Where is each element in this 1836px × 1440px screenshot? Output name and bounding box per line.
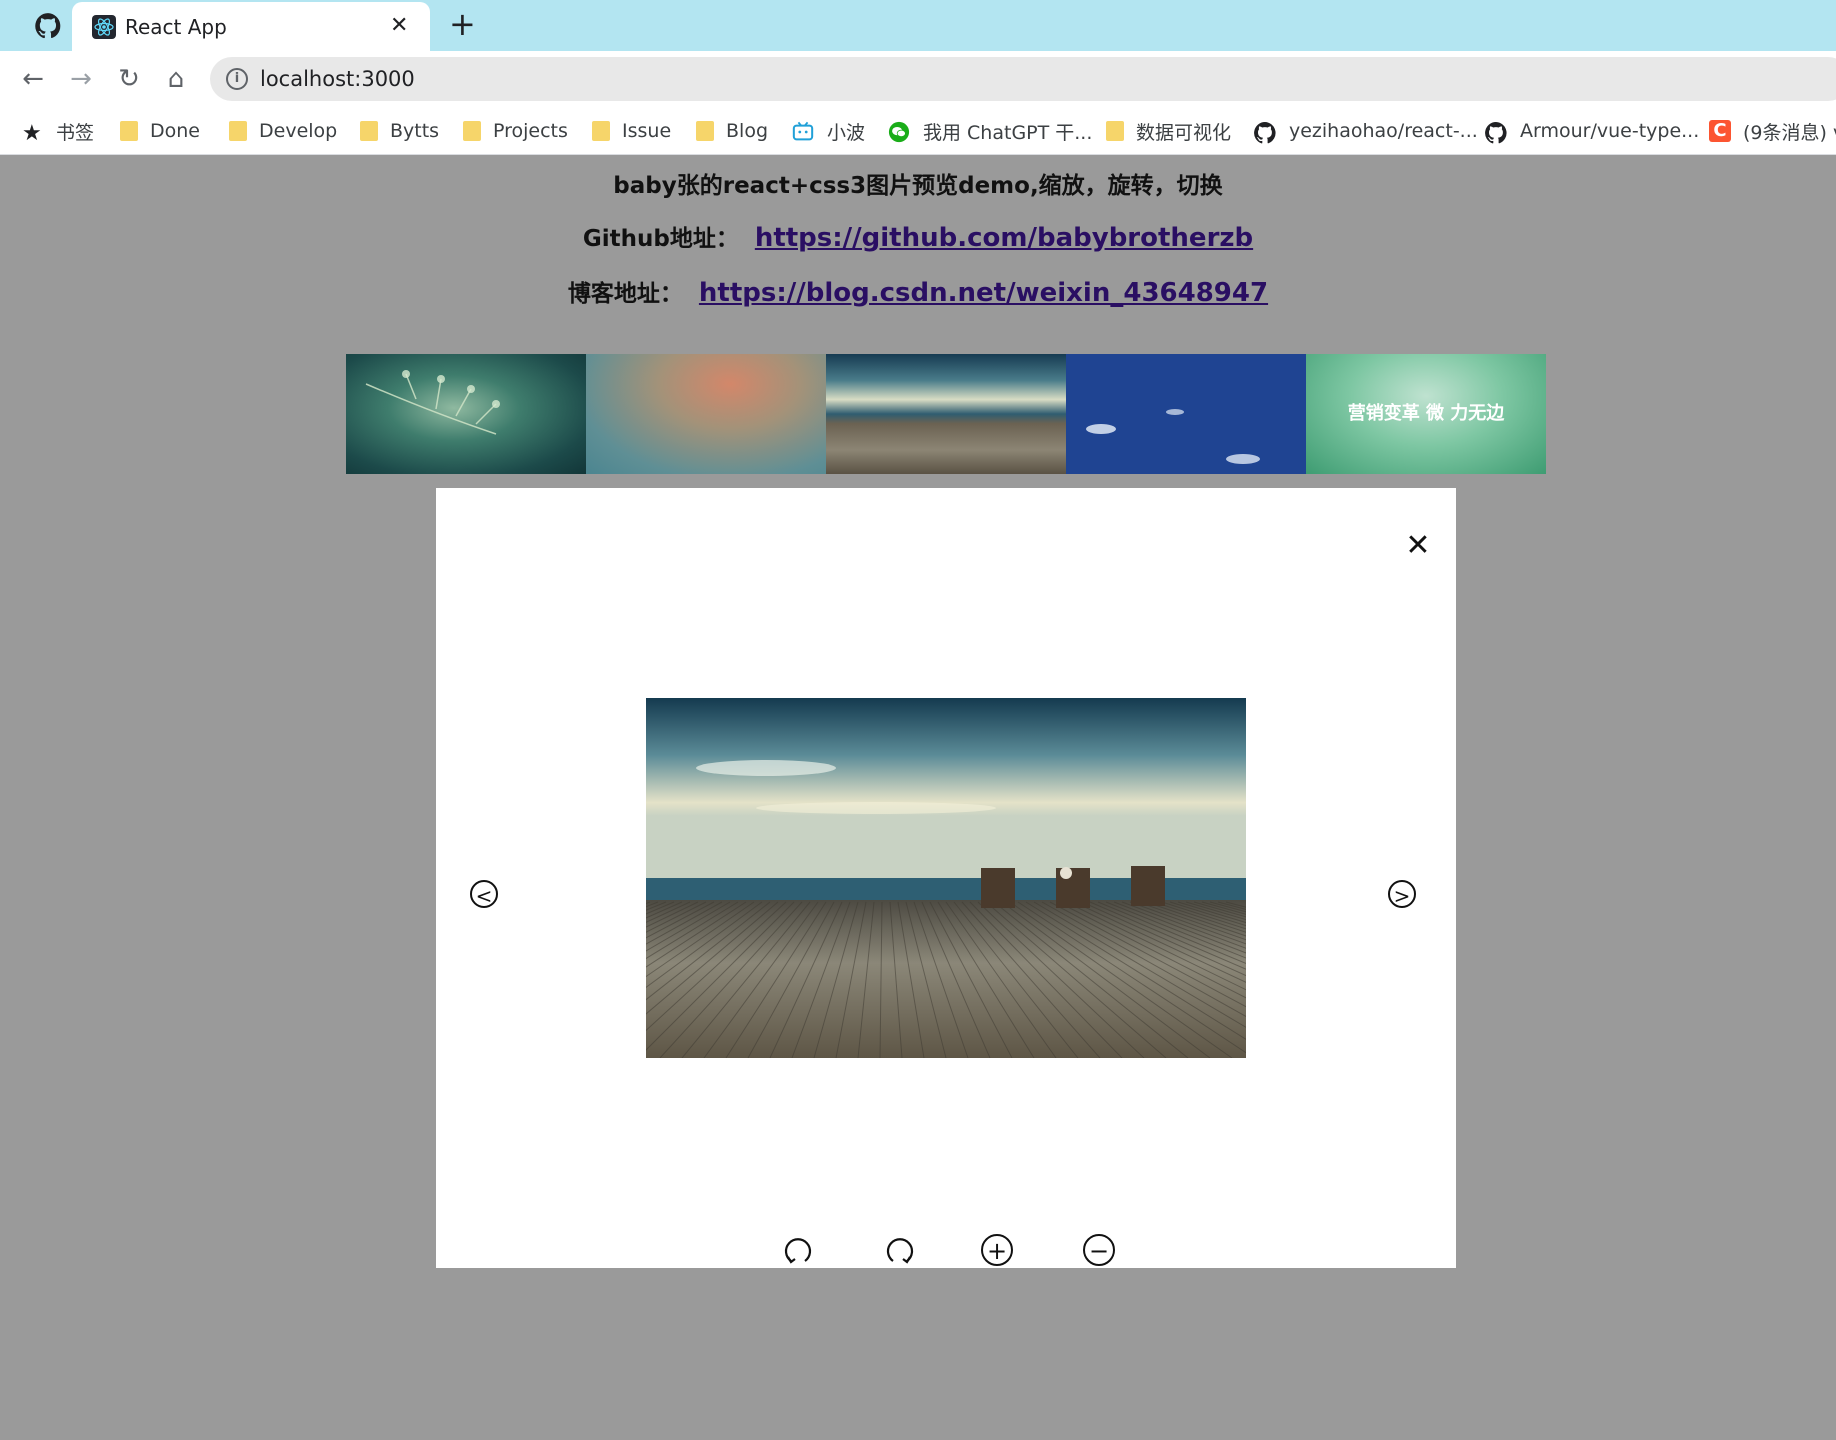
back-icon[interactable]: ← [18,64,48,94]
browser-toolbar: ← → ↻ ⌂ i localhost:3000 [0,51,1836,107]
github-icon[interactable] [28,12,68,40]
rotate-left-icon[interactable] [781,1233,815,1267]
thumbnail-caption: 营销变革 微 力无边 [1347,403,1505,424]
bookmark-label: 我用 ChatGPT 干... [923,121,1093,144]
folder-icon [592,121,610,141]
blog-link[interactable]: https://blog.csdn.net/weixin_43648947 [699,278,1268,308]
blog-line: 博客地址： https://blog.csdn.net/weixin_436489… [0,274,1836,308]
close-icon[interactable]: ✕ [1404,531,1432,561]
active-tab[interactable]: React App ✕ [72,2,430,51]
page-title: baby张的react+css3图片预览demo,缩放，旋转，切换 [613,173,1223,199]
bookmark-label: Bytts [390,120,440,142]
csdn-icon: C [1709,120,1731,142]
bookmark-item[interactable]: Bytts [360,117,439,145]
rotate-right-icon[interactable] [883,1233,917,1267]
home-icon[interactable]: ⌂ [161,64,191,94]
close-tab-icon[interactable]: ✕ [390,13,408,38]
github-line: Github地址： https://github.com/babybrotherz… [0,219,1836,253]
deck-thumbnail[interactable] [826,354,1066,474]
sky-thumbnail[interactable] [1066,354,1306,474]
folder-icon [1106,121,1124,141]
tab-strip: React App ✕ + [0,0,1836,51]
forward-icon[interactable]: → [66,64,96,94]
wechat-thumbnail[interactable]: 营销变革 微 力无边 [1306,354,1546,474]
bookmark-item[interactable]: Projects [463,117,568,145]
bookmark-label: 小波 [827,121,866,144]
bookmarks-bar: ★ 书签 Done Develop Bytts Projects Issue B… [0,107,1836,155]
info-icon[interactable]: i [226,68,248,90]
new-tab-button[interactable]: + [449,6,476,42]
bookmark-label: 书签 [56,121,95,144]
zoom-out-icon[interactable]: − [1083,1234,1115,1266]
bookmark-label: 数据可视化 [1136,121,1232,144]
bookmark-label: yezihaohao/react-... [1289,120,1478,142]
bilibili-icon [791,121,815,141]
url-text[interactable]: localhost:3000 [260,67,415,91]
bookmark-item[interactable]: 数据可视化 [1106,117,1231,145]
github-icon [1253,121,1277,144]
zoom-in-icon[interactable]: + [981,1234,1013,1266]
bookmark-item[interactable]: yezihaohao/react-... [1253,117,1478,145]
bookmark-label: (9条消息) v [1743,121,1836,144]
bookmark-item[interactable]: Done [120,117,200,145]
prev-icon[interactable]: < [470,880,498,908]
bookmark-item[interactable]: 我用 ChatGPT 干... [887,117,1092,145]
bookmark-label: Armour/vue-type... [1520,120,1700,142]
react-icon [92,15,116,39]
bookmark-item[interactable]: Issue [592,117,671,145]
folder-icon [463,121,481,141]
star-icon: ★ [22,121,42,146]
bookmark-label: Blog [726,120,768,142]
github-label: Github地址： [582,226,739,252]
bookmark-item[interactable]: ★ 书签 [22,117,95,146]
folder-icon [696,121,714,141]
wechat-icon [887,121,911,143]
tab-title: React App [125,15,227,39]
plant-thumbnail[interactable] [346,354,586,474]
bookmark-item[interactable]: C (9条消息) v [1709,117,1836,145]
blur-thumbnail[interactable] [586,354,826,474]
bookmark-label: Done [150,120,200,142]
image-viewer-modal: ✕ < > + − [436,488,1456,1268]
folder-icon [360,121,378,141]
bookmark-item[interactable]: Armour/vue-type... [1484,117,1699,145]
bookmark-item[interactable]: Develop [229,117,337,145]
bookmark-label: Issue [622,120,672,142]
folder-icon [229,121,247,141]
folder-icon [120,121,138,141]
bookmark-item[interactable]: Blog [696,117,768,145]
next-icon[interactable]: > [1388,880,1416,908]
github-icon [1484,121,1508,144]
github-link[interactable]: https://github.com/babybrotherzb [755,223,1253,253]
bookmark-item[interactable]: 小波 [791,117,865,145]
reload-icon[interactable]: ↻ [114,64,144,94]
blog-label: 博客地址： [567,281,683,307]
thumbnail-strip: 营销变革 微 力无边 [346,354,1546,474]
bookmark-label: Develop [259,120,338,142]
preview-image[interactable] [646,698,1246,1058]
address-bar[interactable]: i localhost:3000 [210,57,1836,101]
bookmark-label: Projects [493,120,568,142]
